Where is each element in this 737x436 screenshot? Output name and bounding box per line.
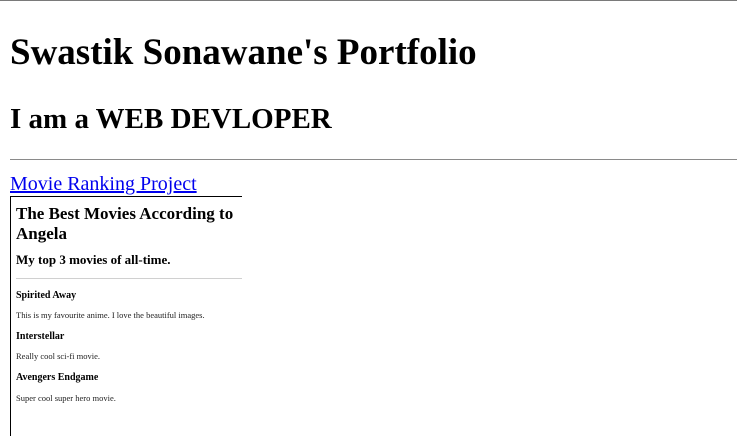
embedded-page: The Best Movies According to Angela My t… [11,197,242,436]
movie-description-1: This is my favourite anime. I love the b… [16,310,205,320]
movie-description-3: Super cool super hero movie. [16,393,116,403]
embedded-page-title: The Best Movies According to Angela [16,204,234,243]
section-divider [10,159,737,160]
movie-description-2: Really cool sci-fi movie. [16,351,101,361]
movie-title-3: Avengers Endgame [16,372,99,383]
page-subtitle: I am a WEB DEVLOPER [10,103,332,135]
movie-title-1: Spirited Away [16,290,77,301]
movie-ranking-project-link[interactable]: Movie Ranking Project [10,172,197,196]
embedded-divider [16,278,242,279]
page-title: Swastik Sonawane's Portfolio [10,32,477,73]
embedded-project-frame[interactable]: The Best Movies According to Angela My t… [10,196,242,436]
movie-title-2: Interstellar [16,331,65,342]
embedded-page-subtitle: My top 3 movies of all-time. [16,252,171,267]
